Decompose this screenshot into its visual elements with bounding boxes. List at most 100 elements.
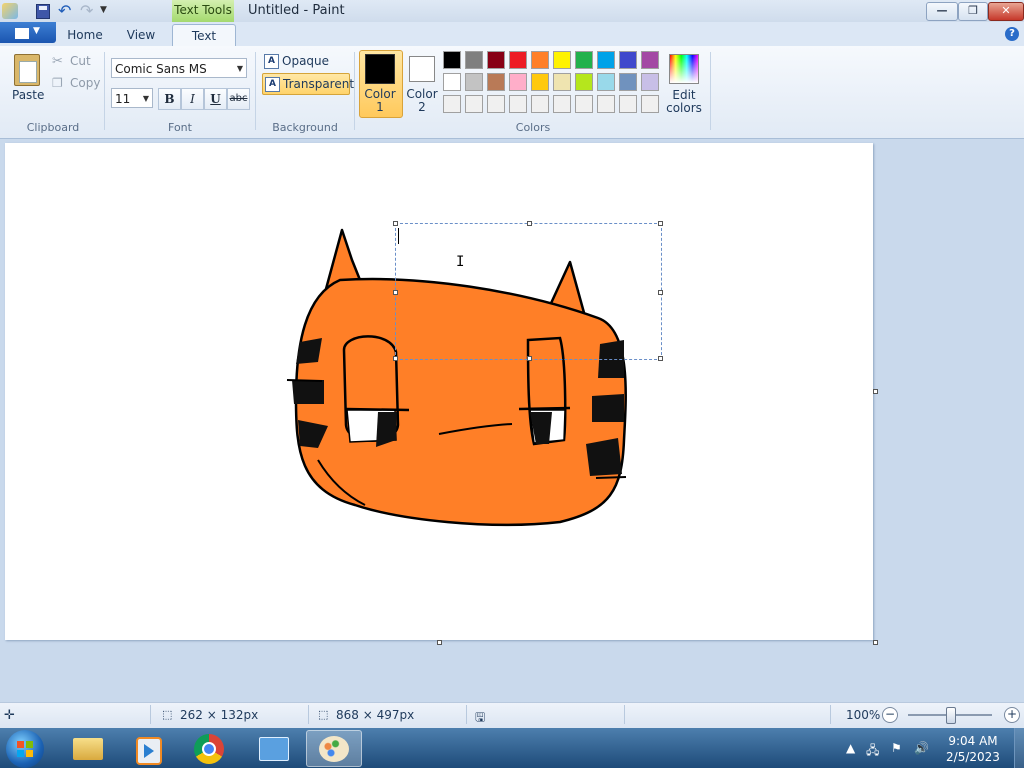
- canvas-size: 868 × 497px: [336, 708, 415, 722]
- palette-swatch[interactable]: [553, 51, 571, 69]
- palette-swatch[interactable]: [465, 73, 483, 91]
- zoom-slider-thumb[interactable]: [946, 707, 956, 724]
- text-box-handle[interactable]: [393, 356, 398, 361]
- text-box-handle[interactable]: [527, 356, 532, 361]
- palette-swatch[interactable]: [509, 51, 527, 69]
- opaque-button[interactable]: A Opaque: [262, 51, 348, 71]
- palette-swatch[interactable]: [575, 95, 593, 113]
- cat-left-whisker: [286, 379, 323, 382]
- palette-swatch[interactable]: [641, 73, 659, 91]
- palette-swatch[interactable]: [619, 95, 637, 113]
- palette-swatch[interactable]: [597, 73, 615, 91]
- text-box-handle[interactable]: [658, 356, 663, 361]
- italic-button[interactable]: I: [181, 88, 204, 110]
- bold-button[interactable]: B: [158, 88, 181, 110]
- tab-text[interactable]: Text: [172, 24, 236, 48]
- close-button[interactable]: ✕: [988, 2, 1024, 21]
- paint-menu-button[interactable]: ▼: [0, 22, 56, 43]
- file-size-icon: 🖫: [475, 710, 486, 724]
- paste-icon[interactable]: [14, 54, 40, 86]
- palette-swatch[interactable]: [443, 73, 461, 91]
- text-box-handle[interactable]: [527, 221, 532, 226]
- palette-swatch[interactable]: [575, 51, 593, 69]
- palette-swatch[interactable]: [553, 95, 571, 113]
- taskbar-media-player[interactable]: [120, 730, 176, 767]
- status-divider: [624, 705, 625, 724]
- network-icon[interactable]: 🖧: [866, 741, 879, 762]
- text-box-handle[interactable]: [658, 290, 663, 295]
- palette-swatch[interactable]: [531, 95, 549, 113]
- text-box-handle[interactable]: [393, 290, 398, 295]
- palette-swatch[interactable]: [443, 95, 461, 113]
- canvas-resize-right-handle[interactable]: [873, 389, 878, 394]
- show-desktop-button[interactable]: [1014, 728, 1024, 768]
- copy-icon: ❐: [52, 76, 63, 90]
- color2-button[interactable]: [409, 56, 435, 82]
- text-box-handle[interactable]: [658, 221, 663, 226]
- palette-swatch[interactable]: [597, 95, 615, 113]
- cut-button[interactable]: Cut: [70, 54, 91, 68]
- canvas-resize-bottom-handle[interactable]: [437, 640, 442, 645]
- palette-swatch[interactable]: [575, 73, 593, 91]
- palette-swatch[interactable]: [641, 51, 659, 69]
- show-hidden-icons-icon[interactable]: ▲: [846, 741, 855, 755]
- edit-colors-button[interactable]: Edit colors: [662, 89, 706, 115]
- text-input-box[interactable]: [393, 221, 663, 361]
- drawing-canvas[interactable]: [5, 143, 878, 645]
- action-center-icon[interactable]: ⚑: [891, 741, 902, 755]
- palette-swatch[interactable]: [531, 51, 549, 69]
- help-icon[interactable]: ?: [1005, 27, 1019, 41]
- text-box-handle[interactable]: [393, 221, 398, 226]
- taskbar-clock[interactable]: 9:04 AM 2/5/2023: [940, 733, 1006, 765]
- palette-swatch[interactable]: [619, 51, 637, 69]
- copy-button[interactable]: Copy: [70, 76, 100, 90]
- palette-swatch[interactable]: [465, 95, 483, 113]
- menu-dropdown-icon: ▼: [33, 26, 40, 36]
- clock-date: 2/5/2023: [946, 750, 1000, 764]
- canvas-resize-corner-handle[interactable]: [873, 640, 878, 645]
- palette-swatch[interactable]: [597, 51, 615, 69]
- font-size-select[interactable]: 11 ▼: [111, 88, 153, 108]
- restore-button[interactable]: ❐: [958, 2, 988, 21]
- paste-button[interactable]: Paste: [12, 88, 44, 102]
- tab-view[interactable]: View: [114, 24, 168, 46]
- strikethrough-button[interactable]: abc: [227, 88, 250, 110]
- zoom-in-button[interactable]: +: [1004, 707, 1020, 723]
- palette-swatch[interactable]: [487, 95, 505, 113]
- redo-icon[interactable]: ↷: [80, 3, 96, 19]
- zoom-out-button[interactable]: −: [882, 707, 898, 723]
- palette-swatch[interactable]: [443, 51, 461, 69]
- palette-swatch[interactable]: [465, 51, 483, 69]
- transparent-button[interactable]: A Transparent: [262, 73, 354, 95]
- group-divider: [255, 52, 256, 130]
- edit-colors-icon[interactable]: [669, 54, 699, 84]
- palette-swatch[interactable]: [553, 73, 571, 91]
- tab-home[interactable]: Home: [58, 24, 112, 46]
- save-icon[interactable]: [36, 4, 50, 19]
- status-divider: [466, 705, 467, 724]
- taskbar-control-panel[interactable]: [245, 730, 301, 767]
- group-divider: [354, 52, 355, 130]
- palette-swatch[interactable]: [487, 73, 505, 91]
- palette-swatch[interactable]: [641, 95, 659, 113]
- undo-icon[interactable]: ↶: [58, 3, 74, 19]
- palette-swatch[interactable]: [531, 73, 549, 91]
- taskbar-chrome[interactable]: [182, 730, 238, 767]
- paint-app-icon[interactable]: [2, 3, 18, 19]
- palette-swatch[interactable]: [487, 51, 505, 69]
- underline-button[interactable]: U: [204, 88, 227, 110]
- quick-access-dropdown-icon[interactable]: ▼: [100, 5, 107, 15]
- font-family-select[interactable]: Comic Sans MS ▼: [111, 58, 247, 78]
- volume-icon[interactable]: 🔊: [914, 741, 929, 755]
- palette-swatch[interactable]: [619, 73, 637, 91]
- palette-swatch[interactable]: [509, 73, 527, 91]
- start-button[interactable]: [6, 730, 44, 768]
- minimize-button[interactable]: —: [926, 2, 958, 21]
- ibeam-cursor-icon: I: [456, 254, 465, 270]
- palette-swatch[interactable]: [509, 95, 527, 113]
- opaque-label: Opaque: [282, 54, 330, 68]
- clock-time: 9:04 AM: [948, 734, 998, 748]
- group-divider: [104, 52, 105, 130]
- taskbar-paint[interactable]: [306, 730, 362, 767]
- taskbar-explorer[interactable]: [60, 730, 116, 767]
